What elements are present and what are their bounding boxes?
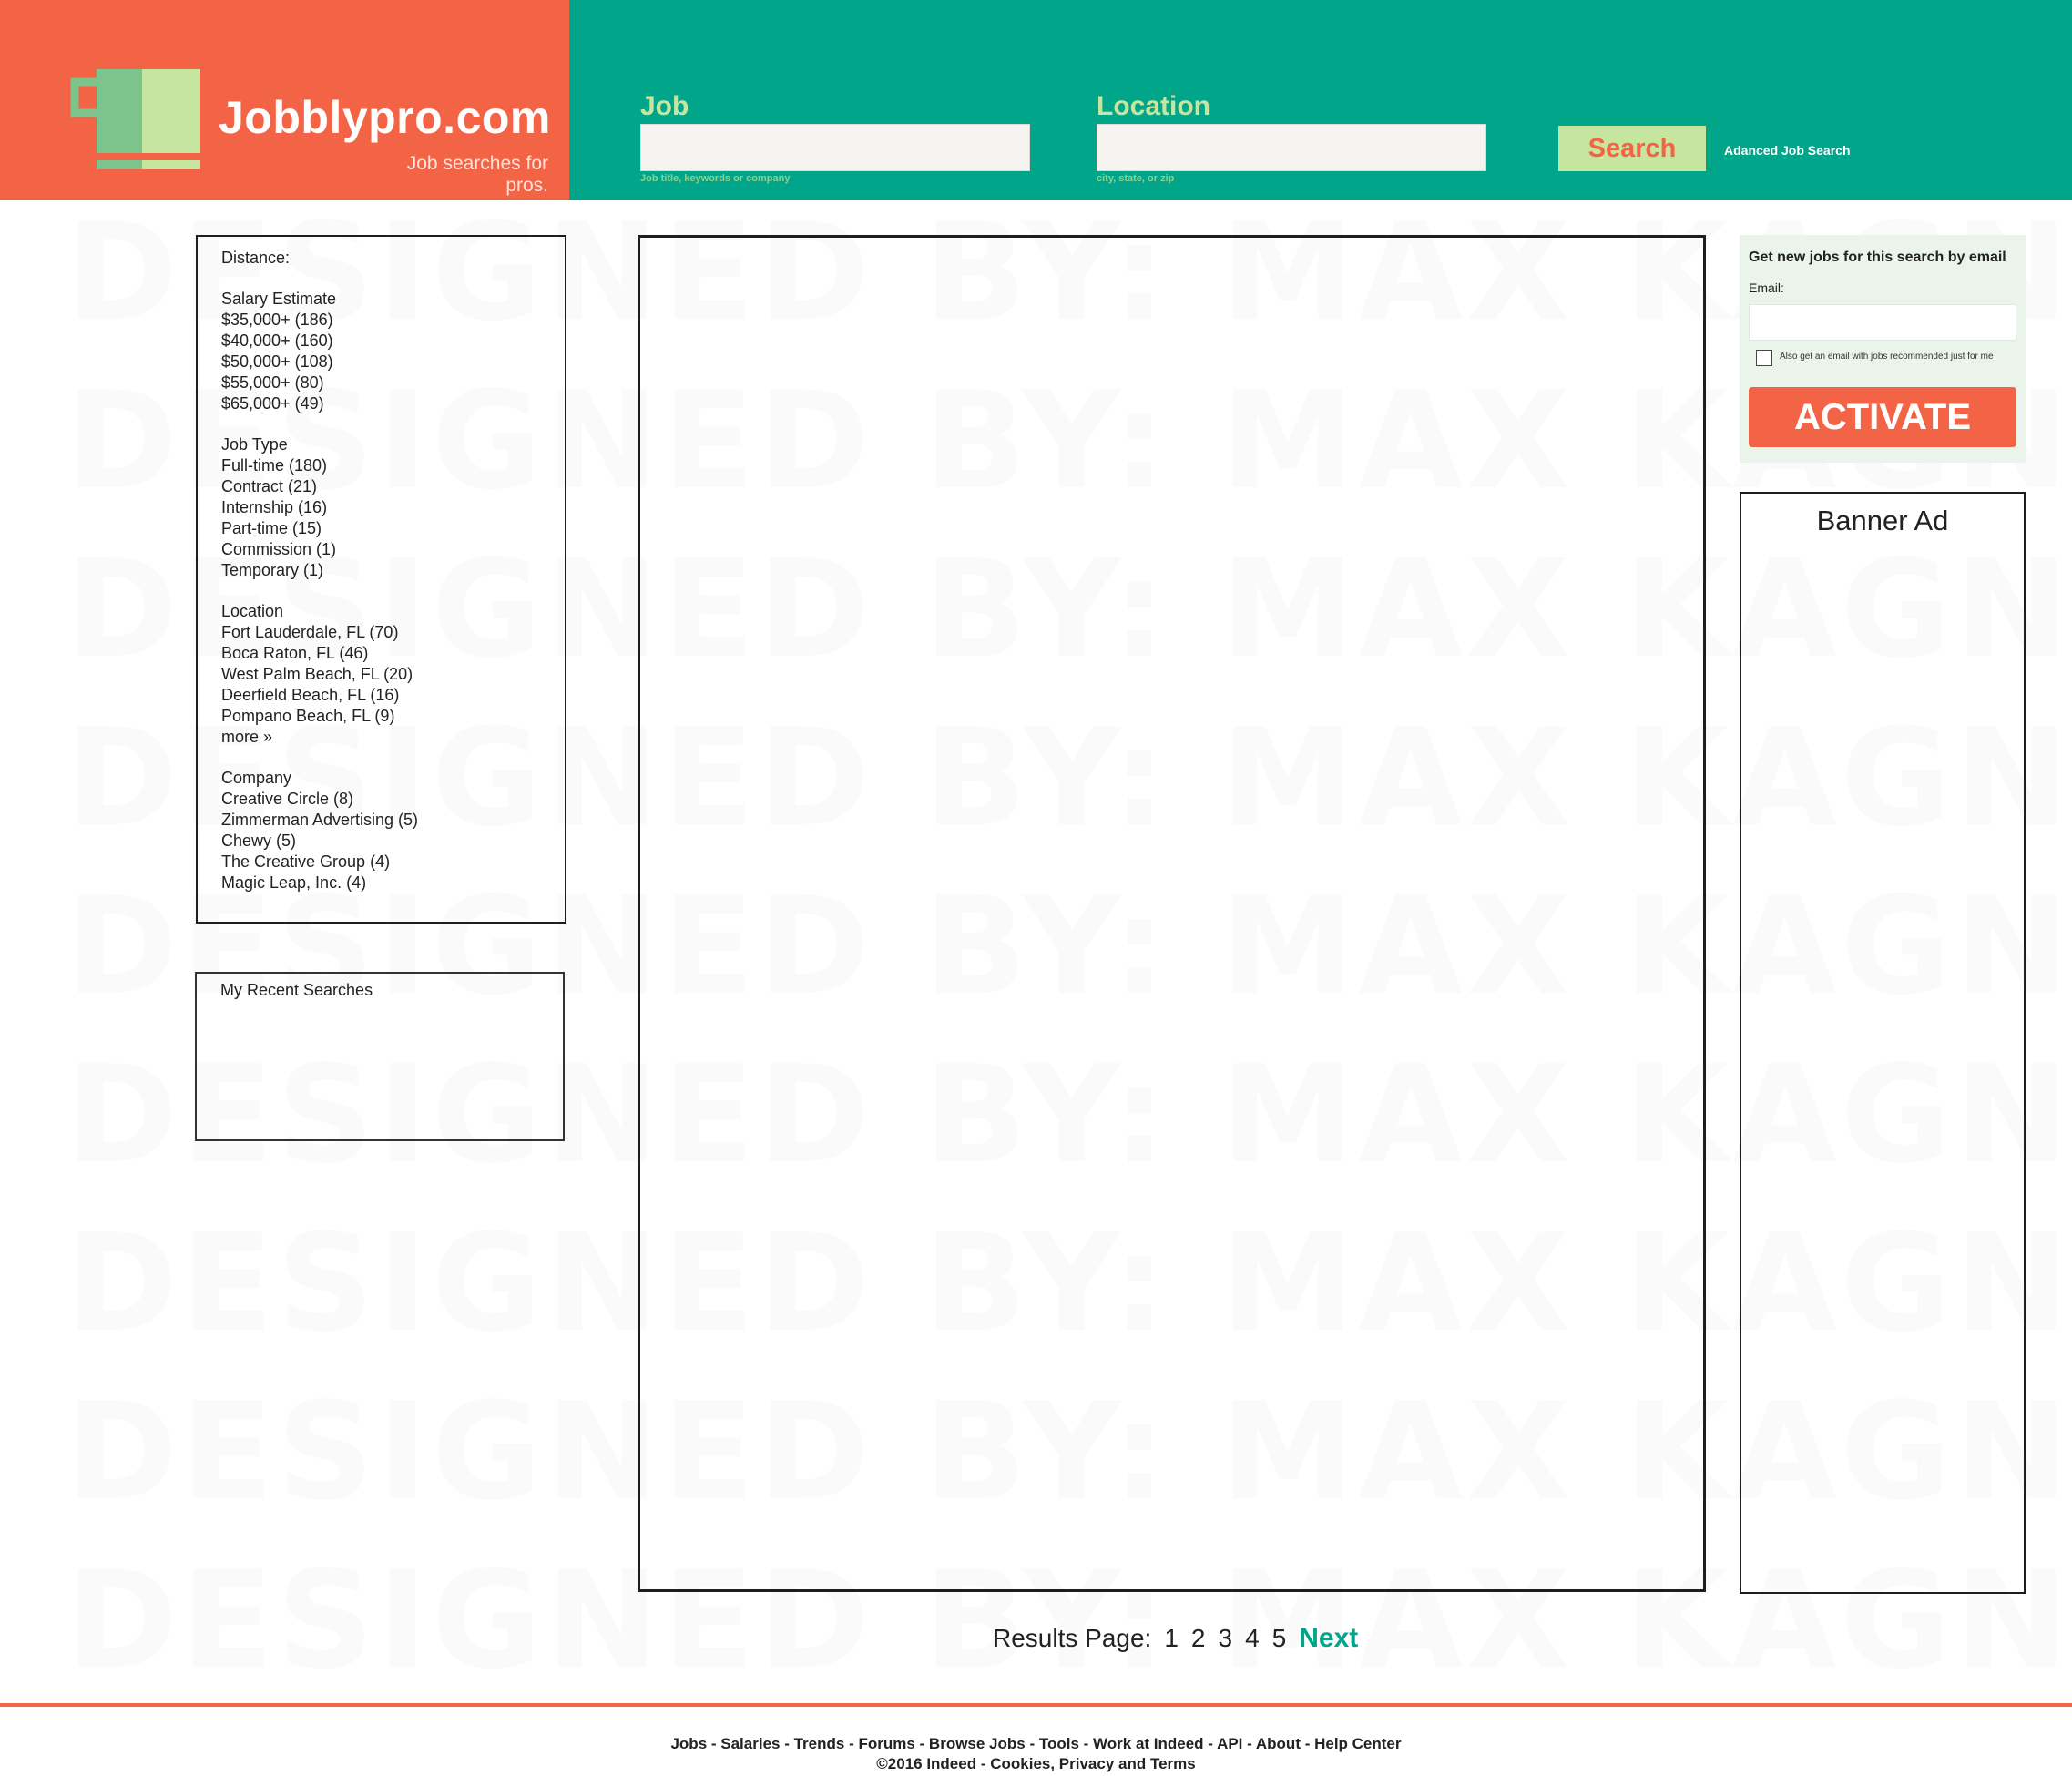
search-button[interactable]: Search: [1558, 126, 1706, 171]
job-field-label: Job: [640, 91, 689, 121]
footer-link[interactable]: Tools: [1039, 1735, 1079, 1752]
page-link-5[interactable]: 5: [1272, 1624, 1287, 1653]
footer-link[interactable]: Help Center: [1314, 1735, 1401, 1752]
filter-item[interactable]: Internship (16): [221, 497, 565, 518]
filter-item[interactable]: $50,000+ (108): [221, 352, 565, 373]
filters-panel: Distance: Salary Estimate $35,000+ (186)…: [196, 235, 566, 924]
filter-heading-location: Location: [221, 602, 284, 620]
filter-item[interactable]: Temporary (1): [221, 560, 565, 581]
email-label: Email:: [1749, 281, 1784, 295]
recent-searches-panel: My Recent Searches: [195, 972, 565, 1141]
recommended-jobs-checkbox[interactable]: [1756, 350, 1772, 366]
location-field-hint: city, state, or zip: [1097, 173, 1175, 184]
filter-heading-company: Company: [221, 769, 292, 787]
distance-filter[interactable]: Distance:: [221, 248, 565, 269]
page-link-2[interactable]: 2: [1191, 1624, 1206, 1653]
recommended-jobs-label: Also get an email with jobs recommended …: [1780, 352, 1994, 362]
job-field-hint: Job title, keywords or company: [640, 173, 791, 184]
filter-item[interactable]: $40,000+ (160): [221, 331, 565, 352]
filter-item[interactable]: Pompano Beach, FL (9): [221, 706, 565, 727]
coffee-mug-icon: [70, 69, 200, 169]
filter-heading-job-type: Job Type: [221, 435, 288, 454]
footer-link[interactable]: Browse Jobs: [929, 1735, 1026, 1752]
activate-button[interactable]: ACTIVATE: [1749, 387, 2016, 447]
location-more-link[interactable]: more »: [221, 727, 565, 748]
filter-item[interactable]: Chewy (5): [221, 831, 565, 852]
footer-link[interactable]: Trends: [794, 1735, 845, 1752]
copyright-text: ©2016 Indeed: [876, 1755, 977, 1772]
filter-item[interactable]: Deerfield Beach, FL (16): [221, 685, 565, 706]
filter-item[interactable]: Contract (21): [221, 476, 565, 497]
page-link-4[interactable]: 4: [1245, 1624, 1260, 1653]
filter-heading-salary: Salary Estimate: [221, 290, 337, 308]
filter-item[interactable]: Fort Lauderdale, FL (70): [221, 622, 565, 643]
filter-item[interactable]: Part-time (15): [221, 518, 565, 539]
job-search-input[interactable]: [640, 124, 1030, 171]
site-header: Jobblypro.com Job searches for pros. Job…: [0, 0, 2072, 200]
privacy-terms-link[interactable]: Cookies, Privacy and Terms: [990, 1755, 1196, 1772]
brand-block[interactable]: Jobblypro.com Job searches for pros.: [0, 0, 569, 200]
filter-item[interactable]: Boca Raton, FL (46): [221, 643, 565, 664]
filter-item[interactable]: $35,000+ (186): [221, 310, 565, 331]
banner-ad-label: Banner Ad: [1816, 505, 1949, 536]
filter-item[interactable]: Commission (1): [221, 539, 565, 560]
pagination: Results Page: 1 2 3 4 5 Next: [993, 1623, 1358, 1654]
footer-link[interactable]: About: [1256, 1735, 1301, 1752]
page-link-3[interactable]: 3: [1218, 1624, 1232, 1653]
filter-item[interactable]: Zimmerman Advertising (5): [221, 810, 565, 831]
filter-item[interactable]: The Creative Group (4): [221, 852, 565, 873]
email-field[interactable]: [1749, 304, 2016, 341]
filter-item[interactable]: Full-time (180): [221, 455, 565, 476]
pagination-label: Results Page:: [993, 1624, 1152, 1652]
footer-link[interactable]: Work at Indeed: [1093, 1735, 1204, 1752]
footer-link[interactable]: Salaries: [720, 1735, 780, 1752]
footer-divider: [0, 1703, 2072, 1707]
filter-item[interactable]: $55,000+ (80): [221, 373, 565, 393]
job-alert-title: Get new jobs for this search by email: [1749, 250, 2006, 265]
advanced-search-link[interactable]: Adanced Job Search: [1724, 143, 1851, 158]
brand-tagline: Job searches for pros.: [406, 153, 548, 196]
filter-item[interactable]: Creative Circle (8): [221, 789, 565, 810]
filter-item[interactable]: West Palm Beach, FL (20): [221, 664, 565, 685]
footer-link[interactable]: API: [1217, 1735, 1242, 1752]
filter-item[interactable]: Magic Leap, Inc. (4): [221, 873, 565, 893]
location-search-input[interactable]: [1097, 124, 1486, 171]
filter-item[interactable]: $65,000+ (49): [221, 393, 565, 414]
footer-link[interactable]: Forums: [858, 1735, 914, 1752]
banner-ad[interactable]: Banner Ad: [1740, 492, 2026, 1594]
job-alert-box: Get new jobs for this search by email Em…: [1740, 235, 2026, 463]
footer-links: Jobs - Salaries - Trends - Forums - Brow…: [670, 1735, 1402, 1752]
results-panel: [638, 235, 1706, 1592]
location-field-label: Location: [1097, 91, 1210, 121]
recent-searches-title: My Recent Searches: [220, 981, 373, 999]
footer-link[interactable]: Jobs: [670, 1735, 707, 1752]
next-page-link[interactable]: Next: [1299, 1623, 1358, 1654]
footer-copyright: ©2016 Indeed - Cookies, Privacy and Term…: [876, 1755, 1196, 1772]
brand-name: Jobblypro.com: [219, 92, 551, 143]
page-link-1[interactable]: 1: [1164, 1624, 1179, 1653]
